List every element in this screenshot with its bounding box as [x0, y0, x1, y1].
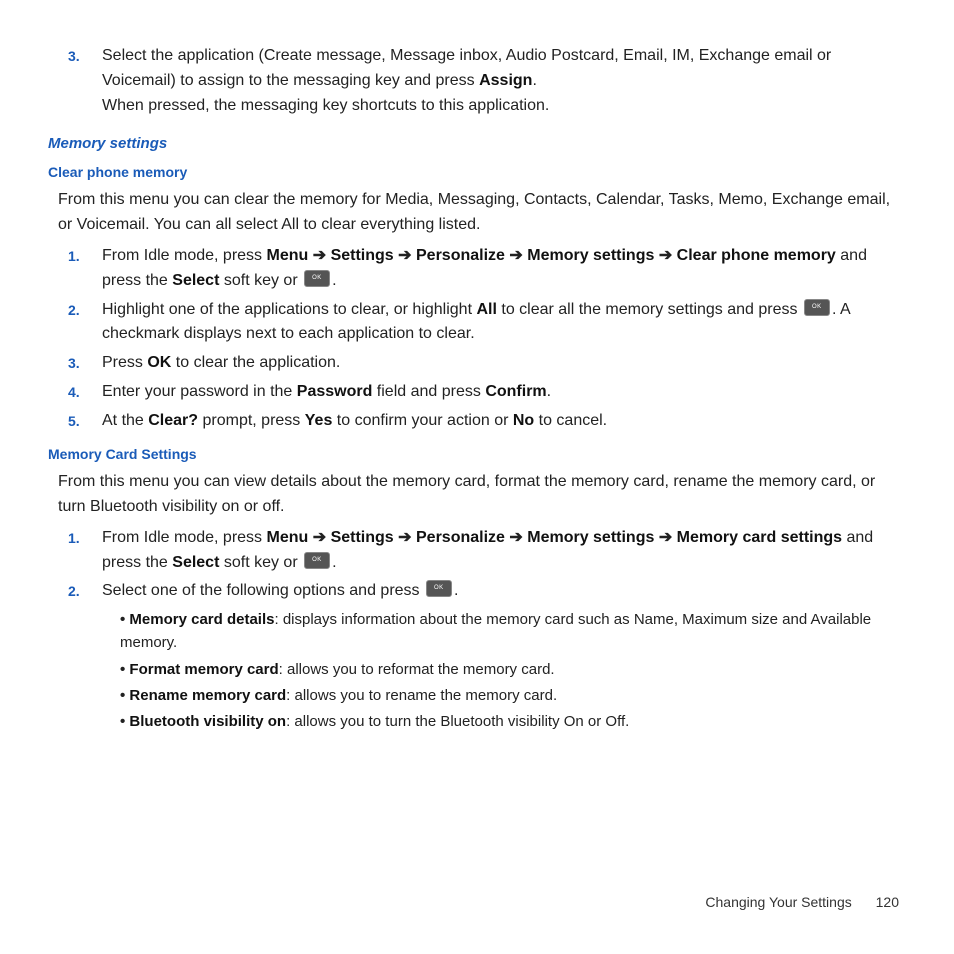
- bold: Settings: [331, 247, 394, 264]
- bold: Clear?: [148, 412, 198, 429]
- bold: Select: [172, 272, 219, 289]
- clear-step-4: 4. Enter your password in the Password f…: [48, 380, 906, 405]
- bold: Confirm: [485, 383, 546, 400]
- clear-step-2: 2. Highlight one of the applications to …: [48, 298, 906, 348]
- step-body: From Idle mode, press Menu ➔ Settings ➔ …: [102, 526, 906, 576]
- footer-section: Changing Your Settings: [705, 894, 851, 910]
- step-3: 3. Select the application (Create messag…: [48, 44, 906, 118]
- text: Select the application (Create message, …: [102, 47, 831, 89]
- heading-memory-settings: Memory settings: [48, 132, 906, 155]
- bold: Memory card details: [129, 611, 274, 628]
- text: to clear the application.: [171, 354, 340, 371]
- step-number: 2.: [68, 579, 102, 736]
- text: .: [532, 72, 536, 89]
- card-intro: From this menu you can view details abou…: [58, 470, 906, 520]
- step-number: 1.: [68, 244, 102, 294]
- heading-clear-phone-memory: Clear phone memory: [48, 162, 906, 184]
- bold: Rename memory card: [129, 687, 286, 704]
- ok-key-icon: [304, 552, 330, 569]
- step-number: 3.: [68, 44, 102, 118]
- bold: Personalize: [416, 529, 505, 546]
- bold: Settings: [331, 529, 394, 546]
- text: : allows you to turn the Bluetooth visib…: [286, 713, 629, 730]
- text: From Idle mode, press: [102, 529, 267, 546]
- step-body: From Idle mode, press Menu ➔ Settings ➔ …: [102, 244, 906, 294]
- card-step-2: 2. Select one of the following options a…: [48, 579, 906, 736]
- bold: Bluetooth visibility on: [129, 713, 286, 730]
- text: soft key or: [219, 554, 302, 571]
- text: to confirm your action or: [332, 412, 513, 429]
- option-bullets: Memory card details: displays informatio…: [120, 608, 906, 733]
- clear-intro: From this menu you can clear the memory …: [58, 188, 906, 238]
- text: Select one of the following options and …: [102, 582, 424, 599]
- card-step-1: 1. From Idle mode, press Menu ➔ Settings…: [48, 526, 906, 576]
- text: soft key or: [219, 272, 302, 289]
- clear-step-1: 1. From Idle mode, press Menu ➔ Settings…: [48, 244, 906, 294]
- bold: Clear phone memory: [677, 247, 836, 264]
- text: Highlight one of the applications to cle…: [102, 301, 476, 318]
- bold: Format memory card: [129, 661, 278, 678]
- step-body: Select the application (Create message, …: [102, 44, 906, 118]
- step-body: Select one of the following options and …: [102, 579, 906, 736]
- text: .: [547, 383, 551, 400]
- ok-key-icon: [426, 580, 452, 597]
- text: At the: [102, 412, 148, 429]
- bold: Personalize: [416, 247, 505, 264]
- text: : allows you to reformat the memory card…: [279, 661, 555, 678]
- arrow-icon: ➔: [394, 247, 416, 264]
- text: to cancel.: [534, 412, 607, 429]
- text: .: [332, 272, 336, 289]
- text: field and press: [372, 383, 485, 400]
- bold: Memory settings: [527, 247, 654, 264]
- arrow-icon: ➔: [394, 529, 416, 546]
- text: : allows you to rename the memory card.: [286, 687, 557, 704]
- bullet-item: Bluetooth visibility on: allows you to t…: [120, 710, 906, 733]
- bold: OK: [147, 354, 171, 371]
- step-number: 4.: [68, 380, 102, 405]
- step-number: 2.: [68, 298, 102, 348]
- page-footer: Changing Your Settings 120: [705, 892, 899, 914]
- arrow-icon: ➔: [308, 529, 330, 546]
- page-number: 120: [876, 894, 899, 910]
- text: .: [332, 554, 336, 571]
- bold: Memory card settings: [677, 529, 842, 546]
- bullet-item: Rename memory card: allows you to rename…: [120, 684, 906, 707]
- bold: Menu: [267, 247, 309, 264]
- step-number: 5.: [68, 409, 102, 434]
- arrow-icon: ➔: [308, 247, 330, 264]
- bold: Select: [172, 554, 219, 571]
- bold: Yes: [305, 412, 333, 429]
- ok-key-icon: [804, 299, 830, 316]
- text: Enter your password in the: [102, 383, 297, 400]
- bold: Memory settings: [527, 529, 654, 546]
- step-body: Press OK to clear the application.: [102, 351, 906, 376]
- bullet-item: Memory card details: displays informatio…: [120, 608, 906, 655]
- bullet-item: Format memory card: allows you to reform…: [120, 658, 906, 681]
- text: to clear all the memory settings and pre…: [497, 301, 802, 318]
- text: prompt, press: [198, 412, 305, 429]
- step-body: At the Clear? prompt, press Yes to confi…: [102, 409, 906, 434]
- arrow-icon: ➔: [505, 247, 527, 264]
- clear-step-3: 3. Press OK to clear the application.: [48, 351, 906, 376]
- text: Press: [102, 354, 147, 371]
- bold-assign: Assign: [479, 72, 532, 89]
- bold: Password: [297, 383, 373, 400]
- text: When pressed, the messaging key shortcut…: [102, 97, 549, 114]
- step-body: Highlight one of the applications to cle…: [102, 298, 906, 348]
- step-number: 1.: [68, 526, 102, 576]
- ok-key-icon: [304, 270, 330, 287]
- arrow-icon: ➔: [654, 529, 676, 546]
- arrow-icon: ➔: [505, 529, 527, 546]
- bold: All: [476, 301, 496, 318]
- step-number: 3.: [68, 351, 102, 376]
- clear-step-5: 5. At the Clear? prompt, press Yes to co…: [48, 409, 906, 434]
- text: From Idle mode, press: [102, 247, 267, 264]
- text: .: [454, 582, 458, 599]
- bold: Menu: [267, 529, 309, 546]
- arrow-icon: ➔: [654, 247, 676, 264]
- heading-memory-card-settings: Memory Card Settings: [48, 444, 906, 466]
- bold: No: [513, 412, 534, 429]
- step-body: Enter your password in the Password fiel…: [102, 380, 906, 405]
